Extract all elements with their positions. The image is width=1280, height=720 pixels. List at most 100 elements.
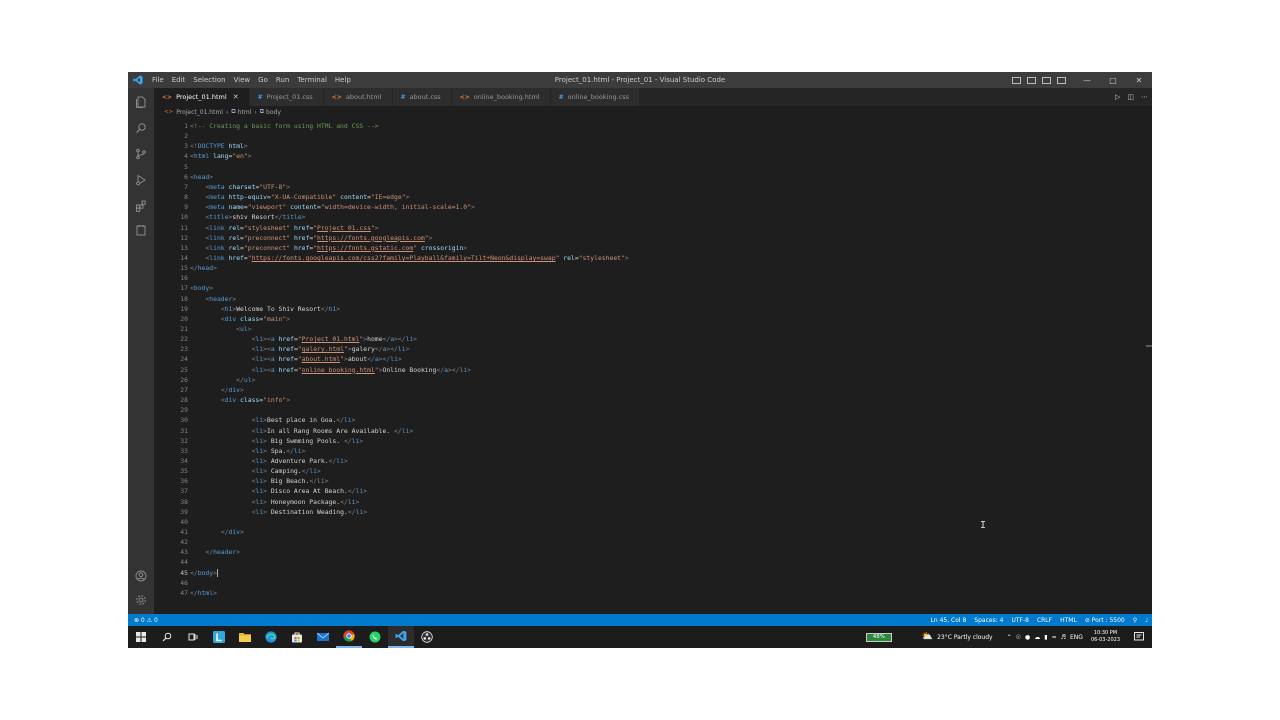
- menu-go[interactable]: Go: [254, 72, 272, 88]
- line-number[interactable]: 40: [164, 518, 188, 526]
- code-line[interactable]: <div class="info">: [190, 396, 290, 404]
- line-number[interactable]: 30: [164, 416, 188, 424]
- code-line[interactable]: <li><a href="Project_01.html">home</a></…: [190, 335, 418, 343]
- code-line[interactable]: <ul>: [190, 325, 251, 333]
- language-mode[interactable]: HTML: [1060, 617, 1077, 624]
- line-number[interactable]: 44: [164, 558, 188, 566]
- split-editor-icon[interactable]: ◫: [1127, 93, 1134, 101]
- store-icon[interactable]: [284, 626, 310, 648]
- code-line[interactable]: <title>shiv Resort</title>: [190, 213, 305, 221]
- line-number[interactable]: 36: [164, 477, 188, 485]
- chevron-up-icon[interactable]: ⌃: [1007, 634, 1012, 641]
- line-number[interactable]: 26: [164, 376, 188, 384]
- live-server-port[interactable]: ⊘ Port : 5500: [1085, 617, 1125, 624]
- code-line[interactable]: <link rel="preconnect" href="https://fon…: [190, 234, 432, 242]
- line-number[interactable]: 17: [164, 284, 188, 292]
- battery-indicator[interactable]: 48%: [865, 632, 892, 642]
- code-editor[interactable]: 1 <!-- Creating a basic form using HTML a…: [154, 118, 1152, 614]
- line-number[interactable]: 24: [164, 355, 188, 363]
- line-number[interactable]: 4: [164, 152, 188, 160]
- code-line[interactable]: <li> Big Beach.</li>: [190, 477, 329, 485]
- app-l-icon[interactable]: [206, 626, 232, 648]
- code-line[interactable]: </html>: [190, 589, 217, 597]
- cursor-position[interactable]: Ln 45, Col 8: [931, 617, 967, 624]
- tab-project-01-css[interactable]: # Project_01.css: [249, 88, 324, 106]
- line-number[interactable]: 6: [164, 173, 188, 181]
- wifi-icon[interactable]: ≈: [1052, 634, 1057, 641]
- code-line[interactable]: <li><a href="online_booking.html">Online…: [190, 366, 471, 374]
- code-line[interactable]: <li> Honeymoon Package.</li>: [190, 498, 360, 506]
- whatsapp-icon[interactable]: [362, 626, 388, 648]
- obs-recorder-icon[interactable]: [414, 626, 440, 648]
- code-line[interactable]: </ul>: [190, 376, 255, 384]
- breadcrumb-body[interactable]: body: [266, 109, 281, 116]
- maximize-icon[interactable]: □: [1100, 72, 1126, 88]
- line-number[interactable]: 45: [164, 569, 188, 577]
- code-line[interactable]: <h1>Welcome To Shiv Resort</h1>: [190, 305, 340, 313]
- accounts-icon[interactable]: [133, 568, 149, 584]
- remote-explorer-icon[interactable]: [133, 222, 149, 238]
- line-number[interactable]: 39: [164, 508, 188, 516]
- code-line[interactable]: </head>: [190, 264, 217, 272]
- code-line[interactable]: <li> Disco Area At Beach.</li>: [190, 487, 368, 495]
- line-number[interactable]: 33: [164, 447, 188, 455]
- vscode-taskbar-icon[interactable]: [388, 626, 414, 648]
- menu-terminal[interactable]: Terminal: [293, 72, 331, 88]
- location-icon[interactable]: ☉: [1016, 634, 1021, 641]
- line-number[interactable]: 21: [164, 325, 188, 333]
- code-line[interactable]: <body>: [190, 284, 213, 292]
- code-line[interactable]: <li>Best place in Goa.</li>: [190, 416, 356, 424]
- close-icon[interactable]: ✕: [1126, 72, 1152, 88]
- menu-edit[interactable]: Edit: [168, 72, 190, 88]
- onedrive-icon[interactable]: ☁: [1034, 634, 1040, 641]
- weather-widget[interactable]: ⛅ 23°C Partly cloudy: [922, 632, 993, 642]
- battery-tray-icon[interactable]: ▮: [1044, 634, 1047, 641]
- menu-help[interactable]: Help: [331, 72, 355, 88]
- line-number[interactable]: 29: [164, 406, 188, 414]
- line-number[interactable]: 8: [164, 193, 188, 201]
- line-number[interactable]: 28: [164, 396, 188, 404]
- accounts-status-icon[interactable]: ⚲: [1133, 617, 1137, 624]
- toggle-panel-icon[interactable]: [1027, 76, 1036, 84]
- toggle-primary-sidebar-icon[interactable]: [1012, 76, 1021, 84]
- code-line[interactable]: <li> Camping.</li>: [190, 467, 321, 475]
- line-number[interactable]: 7: [164, 183, 188, 191]
- code-line[interactable]: </header>: [190, 548, 240, 556]
- source-control-icon[interactable]: [133, 146, 149, 162]
- line-number[interactable]: 25: [164, 366, 188, 374]
- line-number[interactable]: 38: [164, 498, 188, 506]
- tab-about-html[interactable]: <> about.html: [323, 88, 393, 106]
- line-number[interactable]: 37: [164, 487, 188, 495]
- line-number[interactable]: 3: [164, 142, 188, 150]
- more-actions-icon[interactable]: ⋯: [1141, 93, 1148, 101]
- tab-about-css[interactable]: # about.css: [392, 88, 452, 106]
- extensions-icon[interactable]: [133, 198, 149, 214]
- toggle-secondary-sidebar-icon[interactable]: [1042, 76, 1051, 84]
- code-line[interactable]: <li> Spa.</li>: [190, 447, 306, 455]
- end-of-line[interactable]: CRLF: [1037, 617, 1052, 624]
- tab-project-01-html[interactable]: <> Project_01.html ✕: [154, 88, 250, 106]
- menu-view[interactable]: View: [230, 72, 255, 88]
- volume-icon[interactable]: ♬: [1061, 634, 1066, 641]
- line-number[interactable]: 32: [164, 437, 188, 445]
- edge-browser-icon[interactable]: [258, 626, 284, 648]
- line-number[interactable]: 10: [164, 213, 188, 221]
- line-number[interactable]: 20: [164, 315, 188, 323]
- explorer-icon[interactable]: [133, 94, 149, 110]
- scrollbar-thumb[interactable]: [1146, 345, 1152, 347]
- code-line[interactable]: <!-- Creating a basic form using HTML an…: [190, 122, 379, 130]
- menu-run[interactable]: Run: [272, 72, 293, 88]
- input-language[interactable]: ENG: [1070, 634, 1083, 641]
- task-view-icon[interactable]: [180, 626, 206, 648]
- breadcrumb-file[interactable]: Project_01.html: [176, 109, 223, 116]
- taskbar-search-icon[interactable]: [154, 626, 180, 648]
- code-line[interactable]: <link rel="stylesheet" href="Project_01.…: [190, 224, 378, 232]
- tab-online-booking-html[interactable]: <> online_booking.html: [451, 88, 551, 106]
- clock[interactable]: 10:30 PM 06-03-2023: [1091, 630, 1120, 644]
- code-line[interactable]: <li>In all Rang Rooms Are Available. </l…: [190, 427, 414, 435]
- menu-selection[interactable]: Selection: [189, 72, 229, 88]
- microphone-icon[interactable]: ●: [1025, 634, 1030, 641]
- line-number[interactable]: 13: [164, 244, 188, 252]
- line-number[interactable]: 18: [164, 295, 188, 303]
- line-number[interactable]: 11: [164, 224, 188, 232]
